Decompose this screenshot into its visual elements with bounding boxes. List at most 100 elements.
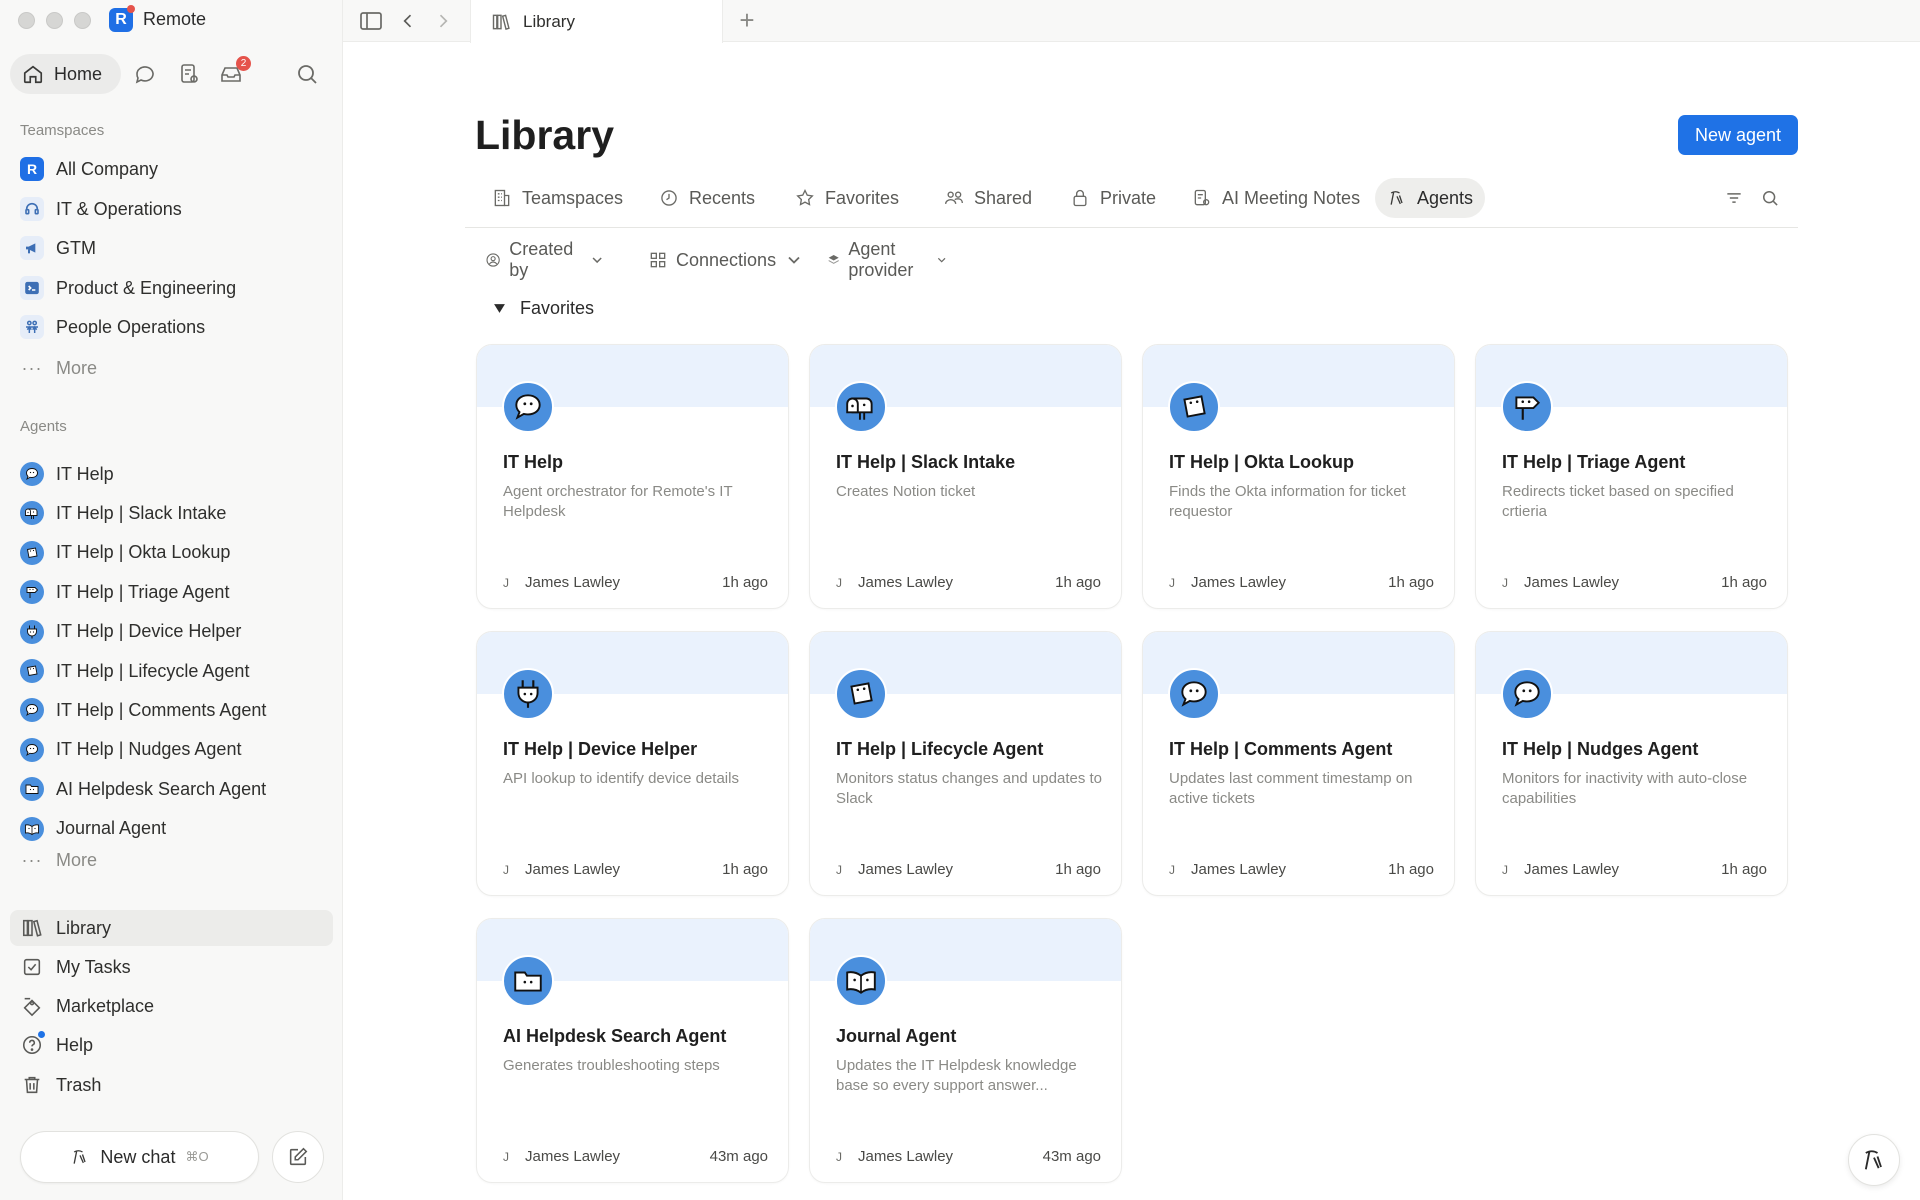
sidebar-item-agent[interactable]: IT Help | Device Helper [10,614,333,650]
sidebar-item-gtm[interactable]: GTM [10,230,333,266]
speech-bubble-icon [20,462,44,486]
sidebar-teamspaces-more[interactable]: ··· More [10,350,333,386]
clock-icon [661,190,677,206]
sidebar-item-agent[interactable]: AI Helpdesk Search Agent [10,771,333,807]
card-description: Monitors for inactivity with auto-close … [1502,770,1748,807]
back-arrow-icon[interactable] [395,8,421,34]
tab-ai-meeting-notes[interactable]: AI Meeting Notes [1180,178,1372,218]
tab-label: Favorites [825,187,900,208]
filter-connections[interactable]: Connections [648,245,804,275]
building-icon [494,189,510,207]
search-icon[interactable] [1758,186,1782,210]
card-title: IT Help [503,452,564,472]
sidebar-item-library[interactable]: Library [10,910,333,946]
tab-agents[interactable]: Agents [1375,178,1486,218]
author-name: James Lawley [1191,574,1287,591]
card-timestamp: 1h ago [1721,861,1767,878]
filter-lines-icon[interactable] [1722,186,1746,210]
forward-arrow-icon[interactable] [430,8,456,34]
sidebar-item-help[interactable]: Help [10,1027,333,1063]
ai-assistant-button[interactable] [1848,1134,1900,1186]
new-agent-button[interactable]: New agent [1678,115,1798,155]
author-name: James Lawley [1191,861,1287,878]
card-author: J James Lawley [832,861,953,878]
sidebar-toggle-icon[interactable] [358,8,384,34]
filter-created-by[interactable]: Created by [485,239,605,280]
new-chat-button[interactable]: New chat ⌘O [20,1131,259,1183]
author-name: James Lawley [525,861,621,878]
sidebar-item-agent[interactable]: IT Help | Slack Intake [10,495,333,531]
triangle-down-icon [494,304,505,313]
megaphone-icon [20,236,44,260]
sidebar-item-my-tasks[interactable]: My Tasks [10,949,333,985]
author-name: James Lawley [1524,861,1620,878]
sidebar-item-label: IT Help [56,463,114,484]
author-name: James Lawley [858,1148,954,1165]
inbox-badge: 2 [236,56,251,71]
agent-card[interactable]: AI Helpdesk Search Agent Generates troubl… [476,918,789,1183]
agent-card[interactable]: IT Help | Nudges Agent Monitors for inact… [1475,631,1788,896]
home-button[interactable]: Home [10,54,121,94]
agent-card[interactable]: IT Help | Okta Lookup Finds the Okta info… [1142,344,1455,609]
sidebar-item-marketplace[interactable]: Marketplace [10,988,333,1024]
window-minimize-button[interactable] [46,12,63,29]
tab-private[interactable]: Private [1058,178,1168,218]
speech-bubble-icon [502,381,554,433]
sidebar-item-agent[interactable]: IT Help | Comments Agent [10,692,333,728]
card-description: Monitors status changes and updates to S… [836,770,1103,807]
window-close-button[interactable] [18,12,35,29]
card-description: Creates Notion ticket [836,483,976,500]
tab-favorites[interactable]: Favorites [783,178,911,218]
card-title: IT Help | Okta Lookup [1169,452,1355,472]
agent-card[interactable]: IT Help | Device Helper API lookup to ide… [476,631,789,896]
meeting-notes-icon[interactable] [176,61,202,87]
card-timestamp: 1h ago [1055,861,1101,878]
sidebar-item-agent[interactable]: IT Help | Lifecycle Agent [10,653,333,689]
agent-card[interactable]: IT Help | Comments Agent Updates last com… [1142,631,1455,896]
favorites-section-toggle[interactable]: Favorites [493,298,594,319]
new-tab-plus-icon[interactable]: + [734,7,760,34]
avatar: J [503,575,509,590]
tab-recents[interactable]: Recents [647,178,767,218]
agent-card[interactable]: IT Help Agent orchestrator for Remote's I… [476,344,789,609]
sidebar-item-label: Library [56,917,112,938]
sidebar-item-all-company[interactable]: R All Company [10,151,333,187]
author-name: James Lawley [525,574,621,591]
sidebar-item-trash[interactable]: Trash [10,1067,333,1103]
sidebar-agents-more[interactable]: ··· More [10,842,333,878]
mailbox-icon [835,381,887,433]
chat-icon[interactable] [132,61,158,87]
tab-library[interactable]: Library [470,0,723,43]
more-label: More [56,357,98,378]
shared-people-icon [945,191,963,204]
tab-teamspaces[interactable]: Teamspaces [480,178,635,218]
favorites-heading: Favorites [520,298,595,318]
chevron-down-icon [592,257,602,264]
star-icon [796,188,814,206]
folder-icon [20,777,44,802]
window-zoom-button[interactable] [74,12,91,29]
compose-button[interactable] [272,1131,324,1183]
sidebar-item-it-operations[interactable]: IT & Operations [10,191,333,227]
sidebar-item-agent[interactable]: IT Help | Okta Lookup [10,535,333,571]
avatar: J [1502,862,1508,877]
agent-card[interactable]: IT Help | Triage Agent Redirects ticket b… [1475,344,1788,609]
filter-agent-provider[interactable]: Agent provider [827,239,948,280]
sidebar-item-people-operations[interactable]: People Operations [10,309,333,345]
tab-shared[interactable]: Shared [932,178,1044,218]
card-timestamp: 1h ago [722,861,768,878]
sidebar-item-agent[interactable]: IT Help | Nudges Agent [10,732,333,768]
home-icon [23,65,43,84]
home-label: Home [54,63,103,84]
sidebar-item-agent[interactable]: IT Help | Triage Agent [10,574,333,610]
agent-card[interactable]: IT Help | Slack Intake Creates Notion tic… [809,344,1122,609]
sidebar-item-product-engineering[interactable]: Product & Engineering [10,270,333,306]
tab-bar: Library + [343,0,1920,43]
sidebar-item-agent[interactable]: IT Help [10,456,333,492]
agent-card[interactable]: IT Help | Lifecycle Agent Monitors status… [809,631,1122,896]
search-icon[interactable] [294,61,320,87]
card-author: J James Lawley [499,861,620,878]
sidebar-item-label: IT Help | Device Helper [56,621,242,642]
note-icon [20,659,44,683]
agent-card[interactable]: Journal Agent Updates the IT Helpdesk kno… [809,918,1122,1183]
